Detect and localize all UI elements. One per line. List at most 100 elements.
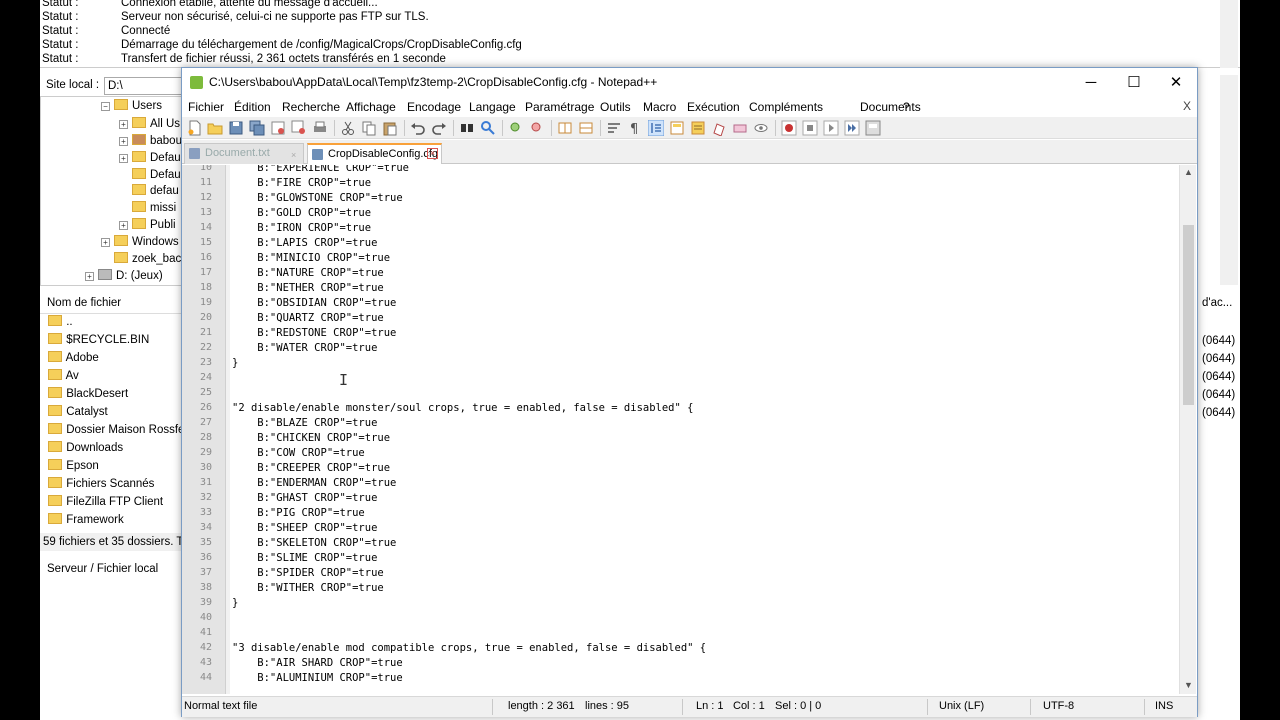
- code-line[interactable]: B:"PIG CROP"=true: [232, 507, 364, 519]
- menu-complements[interactable]: Compléments: [749, 99, 823, 115]
- menu-langage[interactable]: Langage: [469, 99, 516, 115]
- file-row[interactable]: Framework: [48, 512, 124, 529]
- tree-item[interactable]: Defau: [132, 167, 181, 183]
- code-line[interactable]: B:"WITHER CROP"=true: [232, 582, 383, 594]
- code-line[interactable]: B:"ALUMINIUM CROP"=true: [232, 672, 402, 684]
- menu-macro[interactable]: Macro: [643, 99, 676, 115]
- code-line[interactable]: B:"NETHER CROP"=true: [232, 282, 383, 294]
- scroll-up-icon[interactable]: ▲: [1184, 167, 1193, 177]
- remote-tree-scrollbar[interactable]: [1220, 75, 1238, 285]
- tab-close-icon[interactable]: ×: [291, 146, 296, 165]
- menu-help[interactable]: ?: [903, 99, 910, 115]
- menu-documents[interactable]: Documents: [860, 99, 921, 115]
- open-file-icon[interactable]: [207, 120, 223, 136]
- minimize-button[interactable]: ─: [1069, 68, 1113, 97]
- text-editor[interactable]: 10 B:"EXPERIENCE CROP"=true 11 B:"FIRE CR…: [182, 165, 1197, 694]
- code-line[interactable]: B:"REDSTONE CROP"=true: [232, 327, 396, 339]
- column-header-rights[interactable]: d'ac...: [1195, 292, 1240, 314]
- monitoring-icon[interactable]: [732, 120, 748, 136]
- code-line[interactable]: B:"GLOWSTONE CROP"=true: [232, 192, 402, 204]
- expand-icon[interactable]: +: [85, 272, 94, 281]
- log-scrollbar[interactable]: [1220, 0, 1238, 68]
- cut-icon[interactable]: [340, 120, 356, 136]
- code-line[interactable]: }: [232, 597, 238, 609]
- function-list-icon[interactable]: [690, 120, 706, 136]
- tree-item[interactable]: zoek_bac: [114, 251, 181, 267]
- tree-item[interactable]: missi: [132, 200, 176, 216]
- file-row[interactable]: Av: [48, 368, 79, 385]
- code-line[interactable]: B:"GHAST CROP"=true: [232, 492, 377, 504]
- collapse-icon[interactable]: −: [101, 102, 110, 111]
- sync-horizontal-icon[interactable]: [578, 120, 594, 136]
- expand-icon[interactable]: +: [101, 238, 110, 247]
- tab-close-icon[interactable]: ×: [427, 148, 438, 159]
- file-row[interactable]: ..: [48, 314, 73, 331]
- file-row[interactable]: Downloads: [48, 440, 123, 457]
- code-line[interactable]: B:"IRON CROP"=true: [232, 222, 371, 234]
- code-area[interactable]: 10 B:"EXPERIENCE CROP"=true 11 B:"FIRE CR…: [182, 165, 1182, 694]
- code-line[interactable]: B:"BLAZE CROP"=true: [232, 417, 377, 429]
- tree-item[interactable]: + babou: [119, 133, 182, 149]
- code-line[interactable]: B:"MINICIO CROP"=true: [232, 252, 390, 264]
- code-line[interactable]: B:"CHICKEN CROP"=true: [232, 432, 390, 444]
- doc-map-icon[interactable]: [669, 120, 685, 136]
- code-line[interactable]: "3 disable/enable mod compatible crops, …: [232, 642, 706, 654]
- stop-macro-icon[interactable]: [802, 120, 818, 136]
- play-macro-icon[interactable]: [823, 120, 839, 136]
- save-icon[interactable]: [228, 120, 244, 136]
- code-line[interactable]: B:"COW CROP"=true: [232, 447, 364, 459]
- code-line[interactable]: B:"AIR SHARD CROP"=true: [232, 657, 402, 669]
- tree-item[interactable]: defau: [132, 183, 179, 199]
- zoom-in-icon[interactable]: [508, 120, 524, 136]
- show-all-chars-icon[interactable]: ¶: [627, 120, 643, 136]
- code-line[interactable]: B:"NATURE CROP"=true: [232, 267, 383, 279]
- status-encoding[interactable]: UTF-8: [1043, 700, 1074, 712]
- code-line[interactable]: B:"EXPERIENCE CROP"=true: [232, 165, 409, 174]
- print-icon[interactable]: [312, 120, 328, 136]
- code-line[interactable]: B:"GOLD CROP"=true: [232, 207, 371, 219]
- indent-guide-icon[interactable]: [648, 120, 664, 136]
- scroll-down-icon[interactable]: ▼: [1184, 680, 1193, 690]
- save-all-icon[interactable]: [249, 120, 265, 136]
- queue-column-header[interactable]: Serveur / Fichier local: [40, 558, 182, 580]
- paste-icon[interactable]: [382, 120, 398, 136]
- code-line[interactable]: B:"SLIME CROP"=true: [232, 552, 377, 564]
- menu-outils[interactable]: Outils: [600, 99, 631, 115]
- code-line[interactable]: B:"FIRE CROP"=true: [232, 177, 371, 189]
- code-line[interactable]: }: [232, 357, 238, 369]
- code-line[interactable]: B:"OBSIDIAN CROP"=true: [232, 297, 396, 309]
- file-row[interactable]: FileZilla FTP Client: [48, 494, 163, 511]
- code-line[interactable]: B:"CREEPER CROP"=true: [232, 462, 390, 474]
- expand-icon[interactable]: +: [119, 137, 128, 146]
- tab-document[interactable]: Document.txt ×: [184, 143, 304, 164]
- tree-item[interactable]: + All Us: [119, 116, 180, 132]
- folder-workspace-icon[interactable]: [711, 120, 727, 136]
- zoom-out-icon[interactable]: [529, 120, 545, 136]
- title-bar[interactable]: C:\Users\babou\AppData\Local\Temp\fz3tem…: [182, 68, 1197, 97]
- expand-icon[interactable]: +: [119, 221, 128, 230]
- menu-fichier[interactable]: Fichier: [188, 99, 224, 115]
- new-file-icon[interactable]: [187, 120, 203, 136]
- code-line[interactable]: B:"ENDERMAN CROP"=true: [232, 477, 396, 489]
- code-line[interactable]: B:"SKELETON CROP"=true: [232, 537, 396, 549]
- menu-recherche[interactable]: Recherche: [282, 99, 340, 115]
- code-line[interactable]: B:"SPIDER CROP"=true: [232, 567, 383, 579]
- tree-item[interactable]: − Users: [101, 98, 162, 114]
- view-icon[interactable]: [753, 120, 769, 136]
- column-header-filename[interactable]: Nom de fichier: [40, 292, 182, 314]
- menu-edition[interactable]: Édition: [234, 99, 271, 115]
- tree-item[interactable]: + D: (Jeux): [85, 268, 163, 284]
- maximize-button[interactable]: ☐: [1112, 68, 1156, 97]
- file-row[interactable]: Fichiers Scannés: [48, 476, 154, 493]
- tree-item[interactable]: + Defau: [119, 150, 181, 166]
- file-row[interactable]: Dossier Maison Rossfeld: [48, 422, 193, 439]
- code-line[interactable]: "2 disable/enable monster/soul crops, tr…: [232, 402, 693, 414]
- status-mode[interactable]: INS: [1155, 700, 1173, 712]
- expand-icon[interactable]: +: [119, 154, 128, 163]
- vertical-scrollbar[interactable]: ▲ ▼: [1179, 165, 1196, 694]
- status-eol[interactable]: Unix (LF): [939, 700, 984, 712]
- file-row[interactable]: $RECYCLE.BIN: [48, 332, 149, 349]
- close-document-button[interactable]: X: [1183, 99, 1191, 113]
- redo-icon[interactable]: [431, 120, 447, 136]
- replace-icon[interactable]: [480, 120, 496, 136]
